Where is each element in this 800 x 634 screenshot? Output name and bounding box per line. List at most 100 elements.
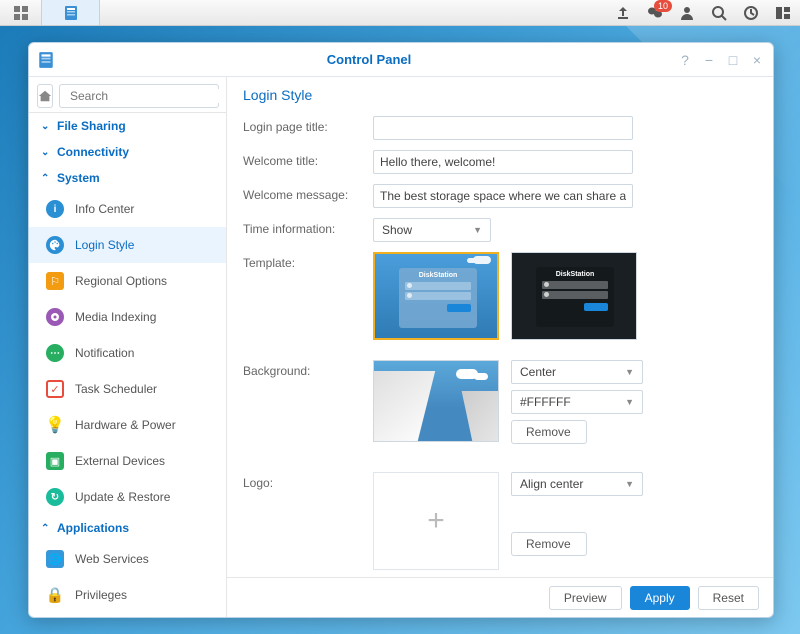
input-welcome-title[interactable] (373, 150, 633, 174)
reset-button[interactable]: Reset (698, 586, 759, 610)
info-icon: i (46, 200, 64, 218)
sidebar-group-label: System (57, 171, 100, 185)
search-input[interactable] (70, 89, 225, 103)
footer-buttons: Preview Apply Reset (227, 577, 773, 617)
background-thumbnail[interactable] (373, 360, 499, 442)
sidebar-item-regional-options[interactable]: ⚐ Regional Options (29, 263, 226, 299)
device-icon: ▣ (46, 452, 64, 470)
label-logo: Logo: (243, 472, 373, 490)
remove-background-button[interactable]: Remove (511, 420, 587, 444)
sidebar: ⌄ File Sharing ⌄ Connectivity ⌃ System i… (29, 77, 227, 617)
sidebar-group-connectivity[interactable]: ⌄ Connectivity (29, 139, 226, 165)
logo-dropzone[interactable]: + (373, 472, 499, 570)
select-bg-position[interactable]: Center ▼ (511, 360, 643, 384)
apps-grid-icon (13, 5, 29, 21)
chevron-down-icon: ▼ (473, 225, 482, 235)
sidebar-group-label: Connectivity (57, 145, 129, 159)
taskbar-control-panel-app[interactable] (42, 0, 100, 25)
sidebar-item-login-style[interactable]: Login Style (29, 227, 226, 263)
label-time-information: Time information: (243, 218, 373, 236)
bulb-icon: 💡 (45, 415, 65, 435)
window-titlebar[interactable]: Control Panel ? − □ × (29, 43, 773, 77)
label-background: Background: (243, 360, 373, 378)
plus-icon: + (427, 504, 445, 538)
select-value: Center (520, 365, 556, 379)
chevron-down-icon: ▼ (625, 367, 634, 377)
control-panel-icon (63, 5, 79, 21)
sidebar-item-label: Login Style (75, 238, 134, 252)
content-heading: Login Style (227, 77, 773, 107)
remove-logo-button[interactable]: Remove (511, 532, 587, 556)
cloud-icon (473, 256, 491, 264)
sidebar-search[interactable] (59, 84, 219, 108)
sidebar-item-update-restore[interactable]: ↻ Update & Restore (29, 479, 226, 515)
content-panel: Login Style Login page title: Welcome ti… (227, 77, 773, 617)
sidebar-group-label: File Sharing (57, 119, 126, 133)
taskbar-pilot-icon[interactable] (774, 4, 792, 22)
chevron-down-icon: ⌄ (41, 147, 51, 158)
taskbar-upload-icon[interactable] (614, 4, 632, 22)
template-title: DiskStation (405, 272, 471, 279)
template-option-dark[interactable]: DiskStation (511, 252, 637, 340)
sidebar-group-system[interactable]: ⌃ System (29, 165, 226, 191)
window-maximize-button[interactable]: □ (725, 52, 741, 68)
window-help-button[interactable]: ? (677, 52, 693, 68)
sidebar-item-task-scheduler[interactable]: ✓ Task Scheduler (29, 371, 226, 407)
flag-icon: ⚐ (46, 272, 64, 290)
label-template: Template: (243, 252, 373, 270)
taskbar-notification-icon[interactable]: 10 (646, 4, 664, 22)
chevron-up-icon: ⌃ (41, 523, 51, 534)
taskbar-apps-button[interactable] (0, 0, 42, 25)
label-login-page-title: Login page title: (243, 116, 373, 134)
chat-icon: ⋯ (46, 344, 64, 362)
taskbar-user-icon[interactable] (678, 4, 696, 22)
preview-button[interactable]: Preview (549, 586, 622, 610)
home-icon (38, 89, 52, 103)
sidebar-group-label: Applications (57, 521, 129, 535)
template-option-light[interactable]: DiskStation (373, 252, 499, 340)
palette-icon (46, 236, 64, 254)
sidebar-item-notification[interactable]: ⋯ Notification (29, 335, 226, 371)
sidebar-group-file-sharing[interactable]: ⌄ File Sharing (29, 113, 226, 139)
select-logo-align[interactable]: Align center ▼ (511, 472, 643, 496)
sidebar-item-label: Privileges (75, 588, 127, 602)
chevron-down-icon: ⌄ (41, 121, 51, 132)
select-bg-color[interactable]: #FFFFFF ▼ (511, 390, 643, 414)
desktop-taskbar: 10 (0, 0, 800, 26)
select-value: Align center (520, 477, 583, 491)
globe-icon: 🌐 (46, 550, 64, 568)
input-welcome-message[interactable] (373, 184, 633, 208)
control-panel-window: Control Panel ? − □ × ⌄ File Sharing (28, 42, 774, 618)
sidebar-item-privileges[interactable]: 🔒 Privileges (29, 577, 226, 613)
sidebar-item-hardware-power[interactable]: 💡 Hardware & Power (29, 407, 226, 443)
select-time-information[interactable]: Show ▼ (373, 218, 491, 242)
select-value: #FFFFFF (520, 395, 571, 409)
template-title: DiskStation (542, 271, 608, 278)
chevron-down-icon: ▼ (625, 479, 634, 489)
sidebar-item-label: Info Center (75, 202, 134, 216)
home-button[interactable] (37, 84, 53, 108)
window-app-icon (37, 51, 55, 69)
label-welcome-message: Welcome message: (243, 184, 373, 202)
sidebar-item-label: External Devices (75, 454, 165, 468)
sidebar-item-external-devices[interactable]: ▣ External Devices (29, 443, 226, 479)
sidebar-item-label: Media Indexing (75, 310, 156, 324)
sidebar-item-label: Task Scheduler (75, 382, 157, 396)
lock-icon: 🔒 (46, 586, 65, 604)
notification-badge: 10 (654, 0, 672, 12)
sidebar-item-info-center[interactable]: i Info Center (29, 191, 226, 227)
sidebar-item-label: Web Services (75, 552, 149, 566)
taskbar-search-icon[interactable] (710, 4, 728, 22)
window-title: Control Panel (61, 52, 677, 67)
sidebar-group-applications[interactable]: ⌃ Applications (29, 515, 226, 541)
taskbar-widgets-icon[interactable] (742, 4, 760, 22)
window-minimize-button[interactable]: − (701, 52, 717, 68)
sidebar-item-media-indexing[interactable]: Media Indexing (29, 299, 226, 335)
input-login-page-title[interactable] (373, 116, 633, 140)
window-close-button[interactable]: × (749, 52, 765, 68)
apply-button[interactable]: Apply (630, 586, 690, 610)
chevron-up-icon: ⌃ (41, 173, 51, 184)
sidebar-item-web-services[interactable]: 🌐 Web Services (29, 541, 226, 577)
sidebar-item-label: Hardware & Power (75, 418, 176, 432)
label-welcome-title: Welcome title: (243, 150, 373, 168)
